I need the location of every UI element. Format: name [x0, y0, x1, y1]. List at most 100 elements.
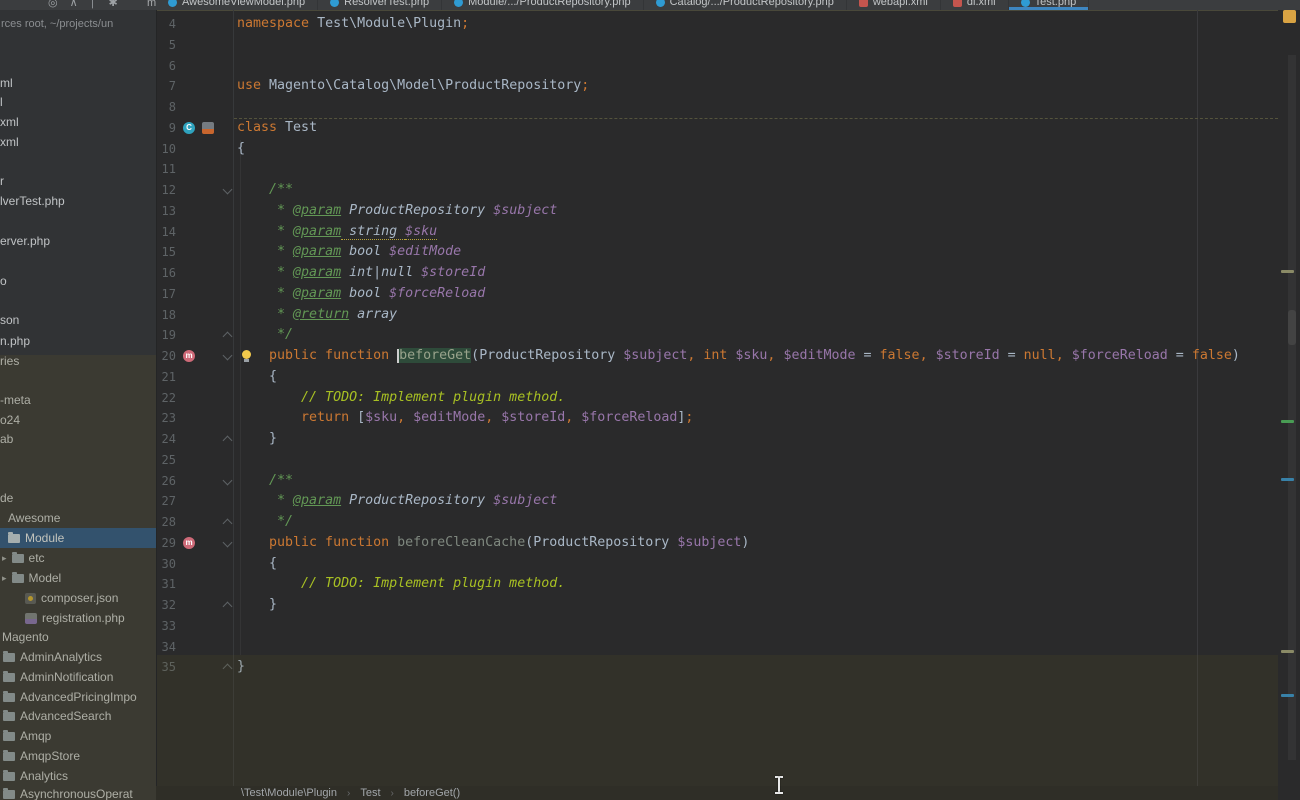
tree-item-adminanalytics[interactable]: AdminAnalytics: [0, 647, 156, 667]
fold-marker[interactable]: [223, 664, 233, 674]
code-line-20[interactable]: 20m public function beforeGet(ProductRep…: [156, 346, 1278, 367]
code-line-10[interactable]: 10{: [156, 139, 1278, 160]
tree-item-adminnotification[interactable]: AdminNotification: [0, 667, 156, 687]
locate-icon[interactable]: ◎: [48, 0, 58, 9]
code-line-27[interactable]: 27 * @param ProductRepository $subject: [156, 491, 1278, 512]
code-line-23[interactable]: 23 return [$sku, $editMode, $storeId, $f…: [156, 408, 1278, 429]
breadcrumb-item-beforeget[interactable]: beforeGet(): [404, 787, 460, 799]
editor-tab-webapi-xml[interactable]: webapi.xml: [847, 0, 941, 10]
code-line-17[interactable]: 17 * @param bool $forceReload: [156, 284, 1278, 305]
code-line-12[interactable]: 12 /**: [156, 180, 1278, 201]
fold-marker[interactable]: [223, 537, 233, 547]
expand-arrow-icon[interactable]: ▸: [2, 553, 7, 564]
tree-item-erver-php[interactable]: erver.php: [0, 231, 156, 251]
tree-item-composer-json[interactable]: composer.json: [0, 588, 156, 608]
phpfile-gutter-icon[interactable]: [202, 122, 214, 134]
project-tree-panel[interactable]: rces root, ~/projects/un mllxmlxmlrlverT…: [0, 10, 157, 800]
tree-item-amqp[interactable]: Amqp: [0, 726, 156, 746]
breadcrumb-item-test[interactable]: Test: [360, 787, 380, 799]
tree-item-o[interactable]: o: [0, 271, 156, 291]
editor-tab-di-xml[interactable]: di.xml: [941, 0, 1009, 10]
tree-item-de[interactable]: de: [0, 488, 156, 508]
tree-item-n-php[interactable]: n.php: [0, 331, 156, 351]
code-line-4[interactable]: 4namespace Test\Module\Plugin;: [156, 14, 1278, 35]
code-line-8[interactable]: 8: [156, 97, 1278, 118]
code-line-7[interactable]: 7use Magento\Catalog\Model\ProductReposi…: [156, 76, 1278, 97]
code-line-35[interactable]: 35}: [156, 657, 1278, 678]
code-line-21[interactable]: 21 {: [156, 367, 1278, 388]
tree-item-ab[interactable]: ab: [0, 429, 156, 449]
code-line-25[interactable]: 25: [156, 450, 1278, 471]
fold-marker[interactable]: [223, 475, 233, 485]
tree-item-advancedpricingimpo[interactable]: AdvancedPricingImpo: [0, 687, 156, 707]
code-line-29[interactable]: 29m public function beforeCleanCache(Pro…: [156, 533, 1278, 554]
editor-tab-test-php[interactable]: Test.php: [1009, 0, 1090, 10]
tree-item-module[interactable]: Module: [0, 528, 156, 548]
tree-item-amqpstore[interactable]: AmqpStore: [0, 746, 156, 766]
editor-tab-module-productrepository-php[interactable]: Module/.../ProductRepository.php: [442, 0, 643, 10]
editor-tab-awesomeviewmodel-php[interactable]: AwesomeViewModel.php: [156, 0, 318, 10]
tree-item-xml[interactable]: xml: [0, 132, 156, 152]
tree-item-registration-php[interactable]: registration.php: [0, 608, 156, 628]
code-line-9[interactable]: 9Cclass Test: [156, 118, 1278, 139]
code-line-5[interactable]: 5: [156, 35, 1278, 56]
plugin-gutter-icon[interactable]: m: [183, 537, 195, 549]
expand-arrow-icon[interactable]: ▸: [2, 573, 7, 584]
fold-marker[interactable]: [223, 602, 233, 612]
tree-item-analytics[interactable]: Analytics: [0, 766, 156, 786]
code-line-18[interactable]: 18 * @return array: [156, 305, 1278, 326]
tree-item-ml[interactable]: ml: [0, 73, 156, 93]
code-line-11[interactable]: 11: [156, 159, 1278, 180]
tree-item-lvertest-php[interactable]: lverTest.php: [0, 191, 156, 211]
breadcrumb-item-test-module-plugin[interactable]: \Test\Module\Plugin: [241, 787, 337, 799]
tree-item-etc[interactable]: ▸etc: [0, 548, 156, 568]
code-line-24[interactable]: 24 }: [156, 429, 1278, 450]
code-line-34[interactable]: 34: [156, 637, 1278, 658]
editor-tab-resolvertest-php[interactable]: ResolverTest.php: [318, 0, 442, 10]
tree-item-o24[interactable]: o24: [0, 410, 156, 430]
stripe-mark-1[interactable]: [1281, 420, 1294, 423]
code-line-13[interactable]: 13 * @param ProductRepository $subject: [156, 201, 1278, 222]
stripe-mark-2[interactable]: [1281, 478, 1294, 481]
code-line-15[interactable]: 15 * @param bool $editMode: [156, 242, 1278, 263]
tree-item-xml[interactable]: xml: [0, 112, 156, 132]
code-line-28[interactable]: 28 */: [156, 512, 1278, 533]
error-stripe[interactable]: [1278, 10, 1300, 800]
code-line-19[interactable]: 19 */: [156, 325, 1278, 346]
tree-item-ries[interactable]: ries: [0, 351, 156, 371]
tree-item-l[interactable]: l: [0, 92, 156, 112]
tree-item-son[interactable]: son: [0, 310, 156, 330]
settings-icon[interactable]: ✱: [109, 0, 118, 9]
code-line-26[interactable]: 26 /**: [156, 471, 1278, 492]
code-line-30[interactable]: 30 {: [156, 554, 1278, 575]
tree-item-model[interactable]: ▸Model: [0, 568, 156, 588]
collapse-all-icon[interactable]: ∧: [70, 0, 78, 9]
tree-item-meta[interactable]: -meta: [0, 390, 156, 410]
code-line-14[interactable]: 14 * @param string $sku: [156, 222, 1278, 243]
fold-marker[interactable]: [223, 436, 233, 446]
code-line-31[interactable]: 31 // TODO: Implement plugin method.: [156, 574, 1278, 595]
stripe-mark-3[interactable]: [1281, 650, 1294, 653]
code-line-6[interactable]: 6: [156, 56, 1278, 77]
code-line-16[interactable]: 16 * @param int|null $storeId: [156, 263, 1278, 284]
scrollbar-thumb[interactable]: [1288, 310, 1296, 345]
fold-marker[interactable]: [223, 332, 233, 342]
tree-item-asynchronousoperat[interactable]: AsynchronousOperat: [0, 784, 156, 800]
tree-item-advancedsearch[interactable]: AdvancedSearch: [0, 706, 156, 726]
inspection-indicator[interactable]: [1283, 10, 1296, 23]
fold-marker[interactable]: [223, 185, 233, 195]
scrollbar-track[interactable]: [1288, 55, 1296, 760]
editor-tab-catalog-productrepository-php[interactable]: Catalog/.../ProductRepository.php: [644, 0, 847, 10]
fold-marker[interactable]: [223, 519, 233, 529]
class-gutter-icon[interactable]: C: [183, 122, 195, 134]
tree-item-r[interactable]: r: [0, 171, 156, 191]
code-editor[interactable]: 4namespace Test\Module\Plugin;567use Mag…: [156, 10, 1278, 786]
plugin-gutter-icon[interactable]: m: [183, 350, 195, 362]
tree-item-magento[interactable]: Magento: [0, 627, 156, 647]
code-line-22[interactable]: 22 // TODO: Implement plugin method.: [156, 388, 1278, 409]
stripe-mark-0[interactable]: [1281, 270, 1294, 273]
tree-item-awesome[interactable]: Awesome: [0, 508, 156, 528]
fold-marker[interactable]: [223, 351, 233, 361]
stripe-mark-4[interactable]: [1281, 694, 1294, 697]
code-line-33[interactable]: 33: [156, 616, 1278, 637]
